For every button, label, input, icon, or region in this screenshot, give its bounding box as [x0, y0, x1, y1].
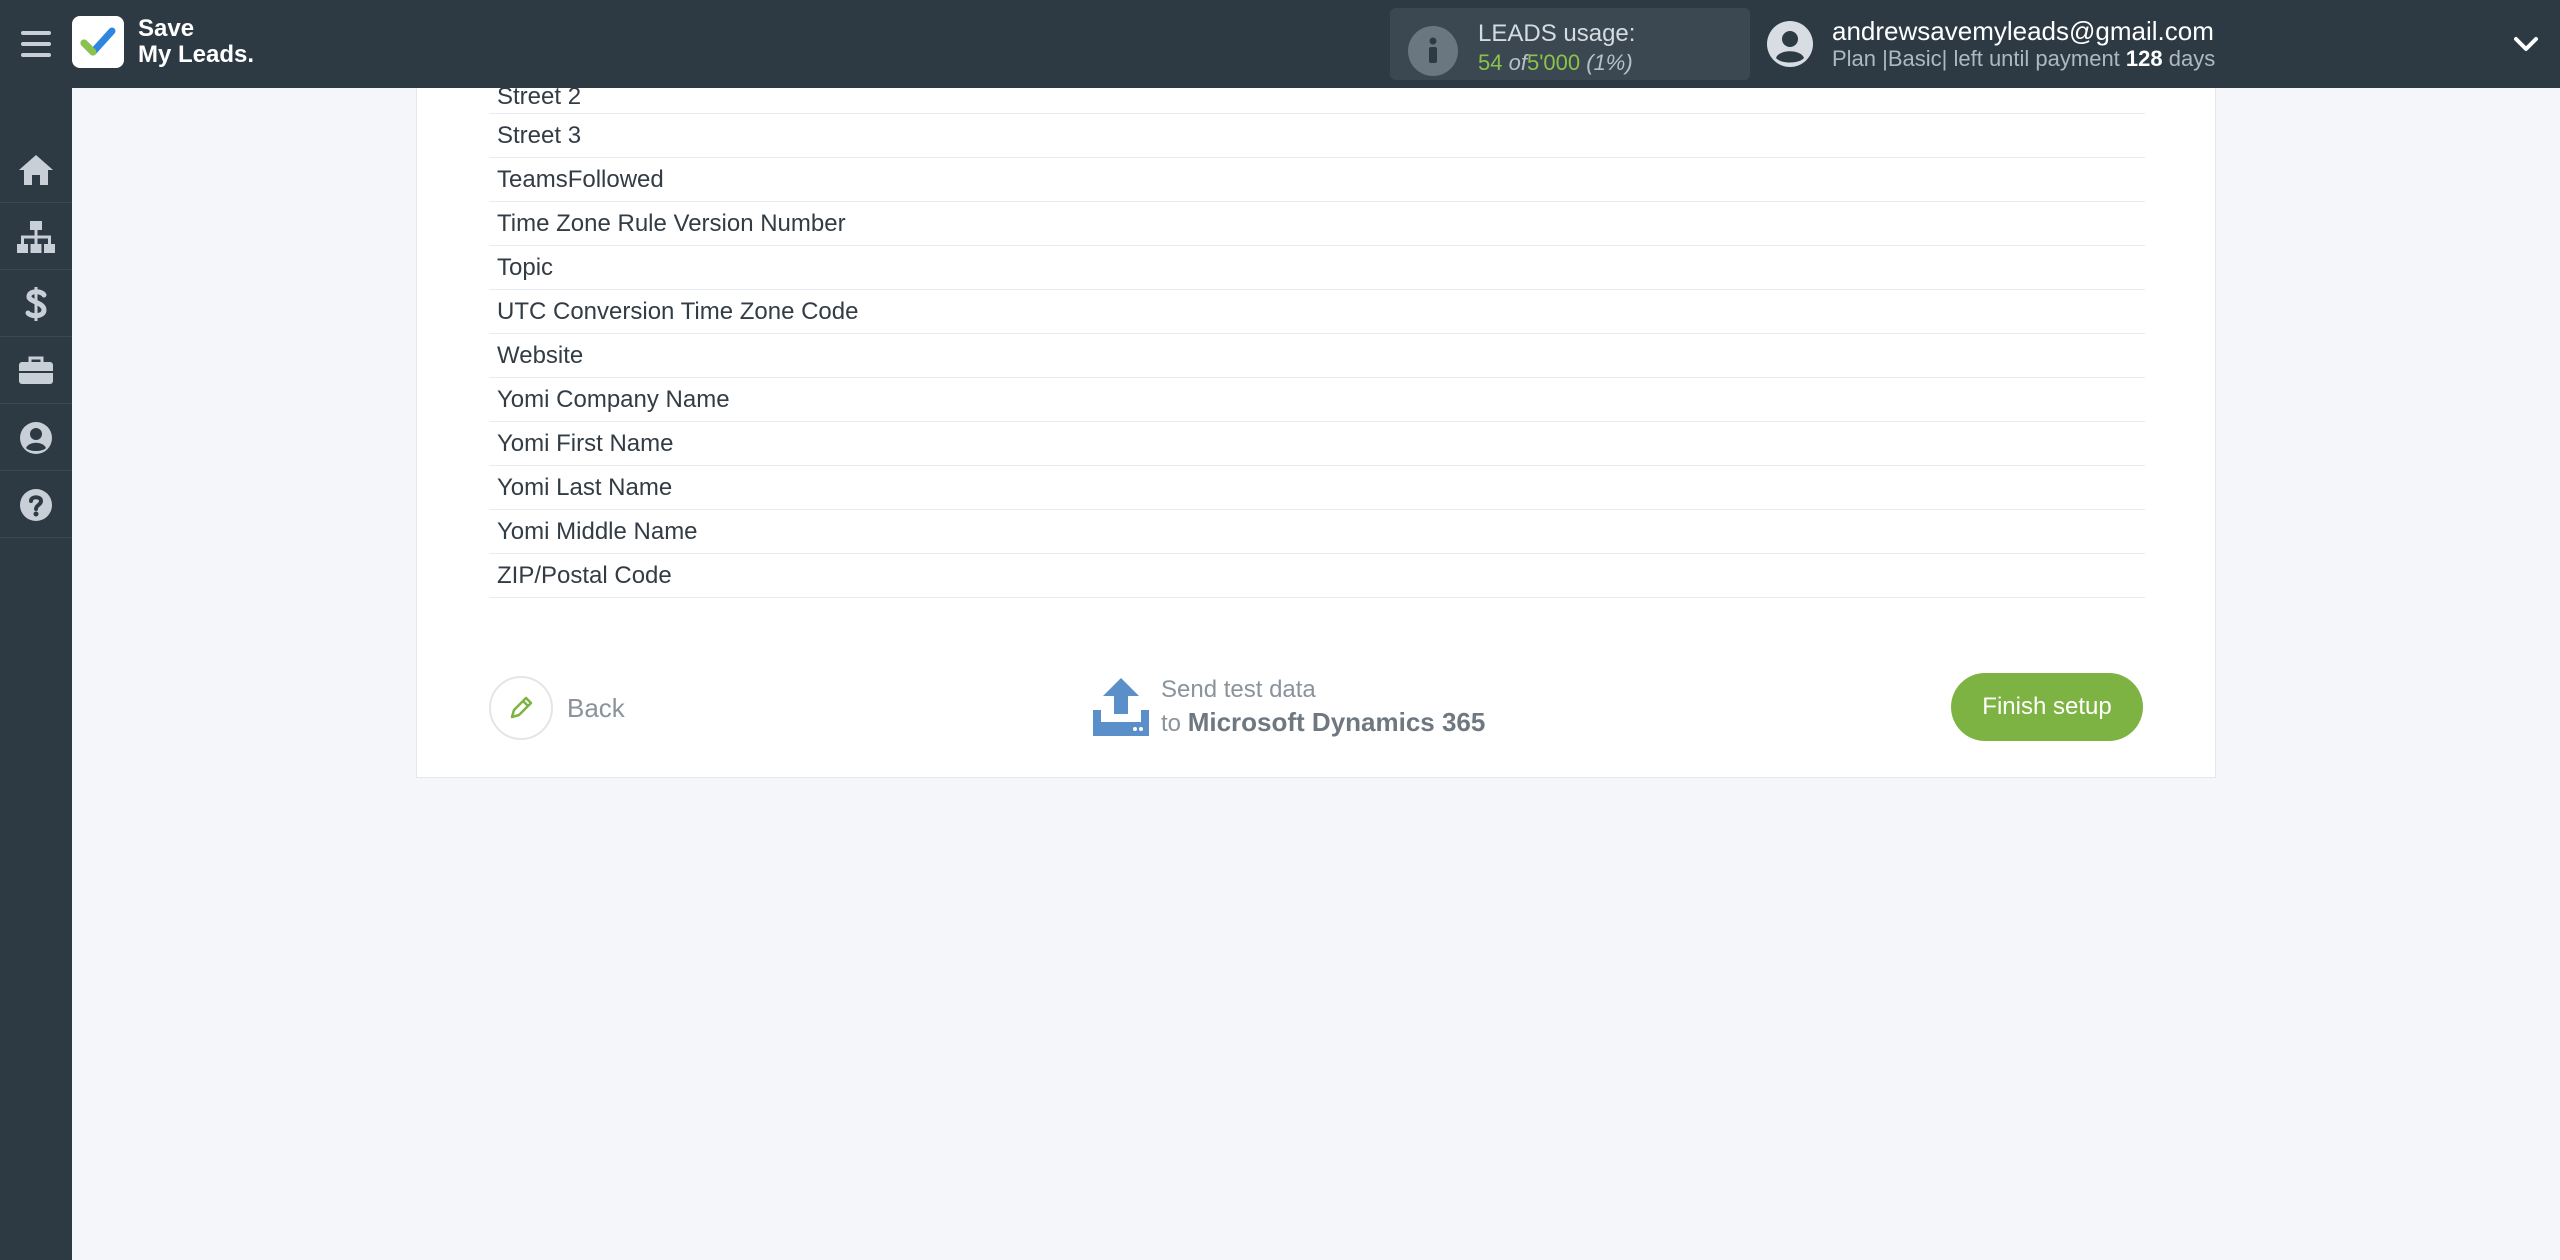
list-item[interactable]: Website: [489, 334, 2145, 378]
list-item[interactable]: Yomi Company Name: [489, 378, 2145, 422]
finish-setup-button[interactable]: Finish setup: [1951, 673, 2143, 741]
leads-usage-box: LEADS usage: 54 of5'000 (1%): [1390, 8, 1750, 80]
sitemap-icon: [17, 220, 55, 253]
list-item[interactable]: TeamsFollowed: [489, 158, 2145, 202]
list-item[interactable]: UTC Conversion Time Zone Code: [489, 290, 2145, 334]
hamburger-menu-icon[interactable]: [14, 22, 58, 66]
home-icon: [19, 154, 53, 185]
list-item[interactable]: ZIP/Postal Code: [489, 554, 2145, 598]
leads-usage-title: LEADS usage:: [1478, 20, 1636, 47]
list-item[interactable]: Street 2: [489, 88, 2145, 114]
briefcase-icon: [19, 356, 53, 384]
sidebar-item-tools[interactable]: [0, 338, 72, 404]
plan-info: Plan |Basic| left until payment 128 days: [1832, 46, 2216, 71]
list-item[interactable]: Topic: [489, 246, 2145, 290]
logo-checkmark-icon: [72, 16, 124, 68]
sidebar-item-billing[interactable]: [0, 271, 72, 337]
leads-usage-count: 54 of5'000 (1%): [1478, 50, 1633, 75]
back-label: Back: [567, 692, 625, 723]
sidebar: [0, 88, 72, 1260]
list-item[interactable]: Yomi Last Name: [489, 466, 2145, 510]
logo[interactable]: Save My Leads.: [72, 14, 254, 70]
list-item[interactable]: Yomi Middle Name: [489, 510, 2145, 554]
sidebar-item-connections[interactable]: [0, 204, 72, 270]
info-icon[interactable]: [1408, 26, 1458, 76]
setup-panel: Street 2 Street 3 TeamsFollowed Time Zon…: [416, 88, 2216, 778]
chevron-down-icon[interactable]: [2510, 30, 2542, 58]
send-test-data-label: Send test data to Microsoft Dynamics 365: [1161, 676, 1486, 737]
upload-icon: [1093, 678, 1149, 736]
field-list: Street 2 Street 3 TeamsFollowed Time Zon…: [489, 88, 2145, 598]
user-circle-icon: [20, 421, 52, 454]
back-button[interactable]: Back: [489, 676, 625, 740]
top-bar: Save My Leads. LEADS usage: 54 of5'000 (…: [0, 0, 2560, 88]
list-item[interactable]: Time Zone Rule Version Number: [489, 202, 2145, 246]
dollar-icon: [25, 286, 47, 321]
list-item[interactable]: Street 3: [489, 114, 2145, 158]
question-circle-icon: [20, 488, 52, 521]
sidebar-item-account[interactable]: [0, 405, 72, 471]
pencil-icon: [489, 676, 553, 740]
logo-text: Save My Leads.: [138, 15, 255, 68]
user-avatar-icon[interactable]: [1766, 20, 1814, 68]
user-email: andrewsavemyleads@gmail.com: [1832, 16, 2214, 46]
send-test-data-button[interactable]: Send test data to Microsoft Dynamics 365: [1091, 672, 1485, 742]
list-item[interactable]: Yomi First Name: [489, 422, 2145, 466]
sidebar-item-home[interactable]: [0, 137, 72, 203]
sidebar-item-help[interactable]: [0, 472, 72, 538]
